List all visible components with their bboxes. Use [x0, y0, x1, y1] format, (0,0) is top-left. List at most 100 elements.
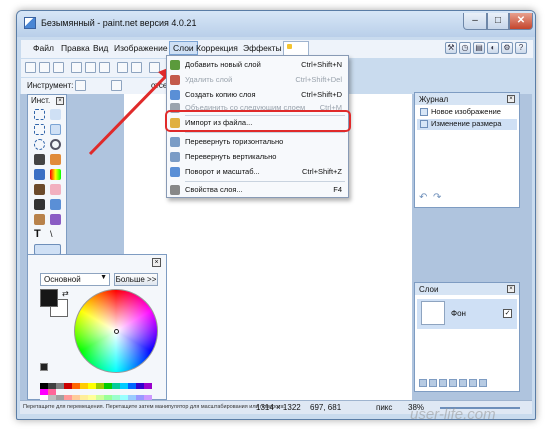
layer-row-background[interactable]: Фон ✓: [417, 299, 517, 329]
cut-icon[interactable]: [71, 62, 82, 73]
units-select[interactable]: пикс: [376, 403, 392, 412]
layers-menu-item-3[interactable]: Создать копию слоя Ctrl+Shift+D: [167, 89, 348, 101]
history-item-resize[interactable]: Изменение размера: [417, 119, 517, 130]
colors-close-icon[interactable]: ×: [152, 258, 161, 267]
lasso-select-icon[interactable]: [34, 124, 45, 135]
merge-layer-icon[interactable]: [449, 379, 457, 387]
menu-effects[interactable]: Эффекты: [243, 43, 282, 53]
palette-swatch[interactable]: [64, 383, 72, 389]
chevron-down-icon: ▼: [100, 274, 107, 281]
pencil-icon[interactable]: [34, 199, 45, 210]
paint-bucket-icon[interactable]: [34, 169, 45, 180]
menu-item-shortcut: Ctrl+Shift+Del: [295, 75, 342, 84]
maximize-button[interactable]: □: [487, 13, 509, 30]
move-pixels-icon[interactable]: [50, 124, 61, 135]
layers-menu-item-8[interactable]: Поворот и масштаб... Ctrl+Shift+Z: [167, 166, 348, 178]
history-toggle-icon[interactable]: ◷: [459, 42, 471, 54]
history-panel: Журнал × Новое изображение Изменение раз…: [414, 92, 520, 208]
layers-menu-item-9[interactable]: Свойства слоя... F4: [167, 184, 348, 196]
palette-swatch[interactable]: [96, 383, 104, 389]
delete-layer-icon[interactable]: [429, 379, 437, 387]
layers-close-icon[interactable]: ×: [507, 285, 515, 293]
line-tool-icon[interactable]: \: [50, 229, 61, 240]
save-icon[interactable]: [53, 62, 64, 73]
menu-item-label: Перевернуть вертикально: [185, 152, 277, 161]
layers-menu-item-7[interactable]: Перевернуть вертикально: [167, 151, 348, 163]
history-close-icon[interactable]: ×: [507, 95, 515, 103]
duplicate-layer-icon[interactable]: [439, 379, 447, 387]
menu-edit[interactable]: Правка: [61, 43, 90, 53]
gradient-icon[interactable]: [50, 169, 61, 180]
menu-image[interactable]: Изображение: [114, 43, 168, 53]
palette-select[interactable]: Основной ▼: [40, 273, 110, 286]
tools-close-icon[interactable]: ×: [56, 97, 64, 105]
palette-swatch[interactable]: [112, 383, 120, 389]
history-undo-icon[interactable]: ↶: [419, 193, 429, 203]
more-colors-button[interactable]: Больше >>: [114, 273, 158, 286]
move-selection-icon[interactable]: [50, 109, 61, 120]
menu-separator: [185, 181, 345, 182]
minimize-button[interactable]: –: [463, 13, 487, 30]
menu-view[interactable]: Вид: [93, 43, 108, 53]
layers-title: Слои: [419, 285, 439, 294]
help-icon[interactable]: ?: [515, 42, 527, 54]
color-picker-icon[interactable]: [50, 199, 61, 210]
status-hint: Перетащите для перемещения. Перетащите з…: [23, 404, 286, 410]
palette-swatches[interactable]: [40, 383, 158, 407]
layers-menu-item-1[interactable]: Добавить новый слой Ctrl+Shift+N: [167, 59, 348, 71]
layer-visibility-checkbox[interactable]: ✓: [503, 309, 512, 318]
move-up-icon[interactable]: [459, 379, 467, 387]
palette-swatch[interactable]: [56, 383, 64, 389]
palette-swatch[interactable]: [128, 383, 136, 389]
primary-color-swatch[interactable]: [40, 289, 58, 307]
text-tool-icon[interactable]: T: [34, 229, 45, 240]
recolor-icon[interactable]: [50, 214, 61, 225]
swap-colors-icon[interactable]: ⇄: [62, 289, 69, 298]
open-file-icon[interactable]: [39, 62, 50, 73]
palette-swatch[interactable]: [136, 383, 144, 389]
color-wheel-cursor[interactable]: [114, 329, 119, 334]
magic-wand-icon[interactable]: [34, 154, 45, 165]
tools-panel: Инст. × T \: [27, 94, 67, 264]
settings-icon[interactable]: ⚙: [501, 42, 513, 54]
layer-properties-icon[interactable]: [479, 379, 487, 387]
paintbrush-icon[interactable]: [34, 184, 45, 195]
layers-toolbar: [419, 379, 519, 389]
layers-header: Слои ×: [415, 283, 519, 295]
close-button[interactable]: ✕: [509, 13, 533, 30]
zoom-icon[interactable]: [50, 139, 61, 150]
history-item-label: Новое изображение: [431, 107, 501, 116]
ellipse-select-icon[interactable]: [34, 139, 45, 150]
reset-colors-icon[interactable]: [40, 363, 48, 371]
title-bar[interactable]: Безымянный - paint.net версия 4.0.21 – □…: [17, 11, 535, 37]
tools-toggle-icon[interactable]: ⚒: [445, 42, 457, 54]
utility-icons: ⚒ ◷ ▤ ◐ ⚙?: [445, 42, 529, 56]
menu-layers[interactable]: Слои: [169, 41, 198, 55]
menu-adjustments[interactable]: Коррекция: [196, 43, 238, 53]
palette-swatch[interactable]: [120, 383, 128, 389]
new-file-icon[interactable]: [25, 62, 36, 73]
add-layer-icon: [170, 60, 180, 70]
palette-swatch[interactable]: [80, 383, 88, 389]
layers-toggle-icon[interactable]: ▤: [473, 42, 485, 54]
palette-swatch[interactable]: [144, 383, 152, 389]
palette-swatch[interactable]: [88, 383, 96, 389]
layers-menu-item-6[interactable]: Перевернуть горизонтально: [167, 136, 348, 148]
menu-item-label: Создать копию слоя: [185, 90, 256, 99]
add-layer-icon[interactable]: [419, 379, 427, 387]
pan-hand-icon[interactable]: [50, 154, 61, 165]
eraser-icon[interactable]: [50, 184, 61, 195]
rotate-zoom-icon: [170, 167, 180, 177]
layers-menu-item-2: Удалить слой Ctrl+Shift+Del: [167, 74, 348, 86]
tool-picker-icon[interactable]: [75, 80, 86, 91]
menu-file[interactable]: Файл: [33, 43, 54, 53]
clone-stamp-icon[interactable]: [34, 214, 45, 225]
image-thumb-icon: [287, 44, 292, 49]
history-redo-icon[interactable]: ↷: [433, 193, 443, 203]
move-down-icon[interactable]: [469, 379, 477, 387]
history-item-new-image[interactable]: Новое изображение: [417, 107, 517, 118]
rect-select-icon[interactable]: [34, 109, 45, 120]
palette-swatch[interactable]: [72, 383, 80, 389]
palette-swatch[interactable]: [104, 383, 112, 389]
colors-toggle-icon[interactable]: ◐: [487, 42, 499, 54]
